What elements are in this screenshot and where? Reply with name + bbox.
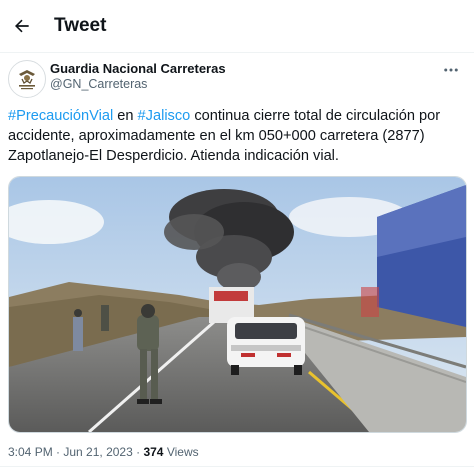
- tweet-text-segment: en: [113, 108, 138, 124]
- meta-separator: ·: [52, 445, 64, 459]
- author-name[interactable]: Guardia Nacional Carreteras: [50, 61, 226, 76]
- tweet-time[interactable]: 3:04 PM: [8, 445, 53, 459]
- top-bar: Tweet: [0, 0, 474, 53]
- hashtag-link[interactable]: #Jalisco: [138, 108, 191, 124]
- arrow-left-icon: [15, 19, 29, 33]
- views-label: Views: [163, 445, 199, 459]
- meta-separator: ·: [132, 445, 144, 459]
- more-button[interactable]: [440, 60, 462, 80]
- tweet-meta: 3:04 PM · Jun 21, 2023 · 374 Views: [8, 445, 199, 459]
- more-horizontal-icon: [444, 68, 458, 72]
- tweet-date[interactable]: Jun 21, 2023: [63, 445, 132, 459]
- tweet-text: #PrecauciónVial en #Jalisco continua cie…: [8, 106, 464, 166]
- avatar[interactable]: [8, 60, 46, 98]
- author-handle[interactable]: @GN_Carreteras: [50, 77, 147, 91]
- views-count: 374: [143, 445, 164, 459]
- page-title: Tweet: [54, 15, 107, 36]
- divider: [0, 466, 474, 467]
- hashtag-link[interactable]: #PrecauciónVial: [8, 108, 113, 124]
- guardia-nacional-logo: [10, 62, 44, 96]
- back-button[interactable]: [8, 12, 36, 40]
- tweet-photo[interactable]: [8, 176, 467, 433]
- tweet-author: Guardia Nacional Carreteras @GN_Carreter…: [8, 60, 466, 100]
- accident-scene-photo: [9, 177, 466, 432]
